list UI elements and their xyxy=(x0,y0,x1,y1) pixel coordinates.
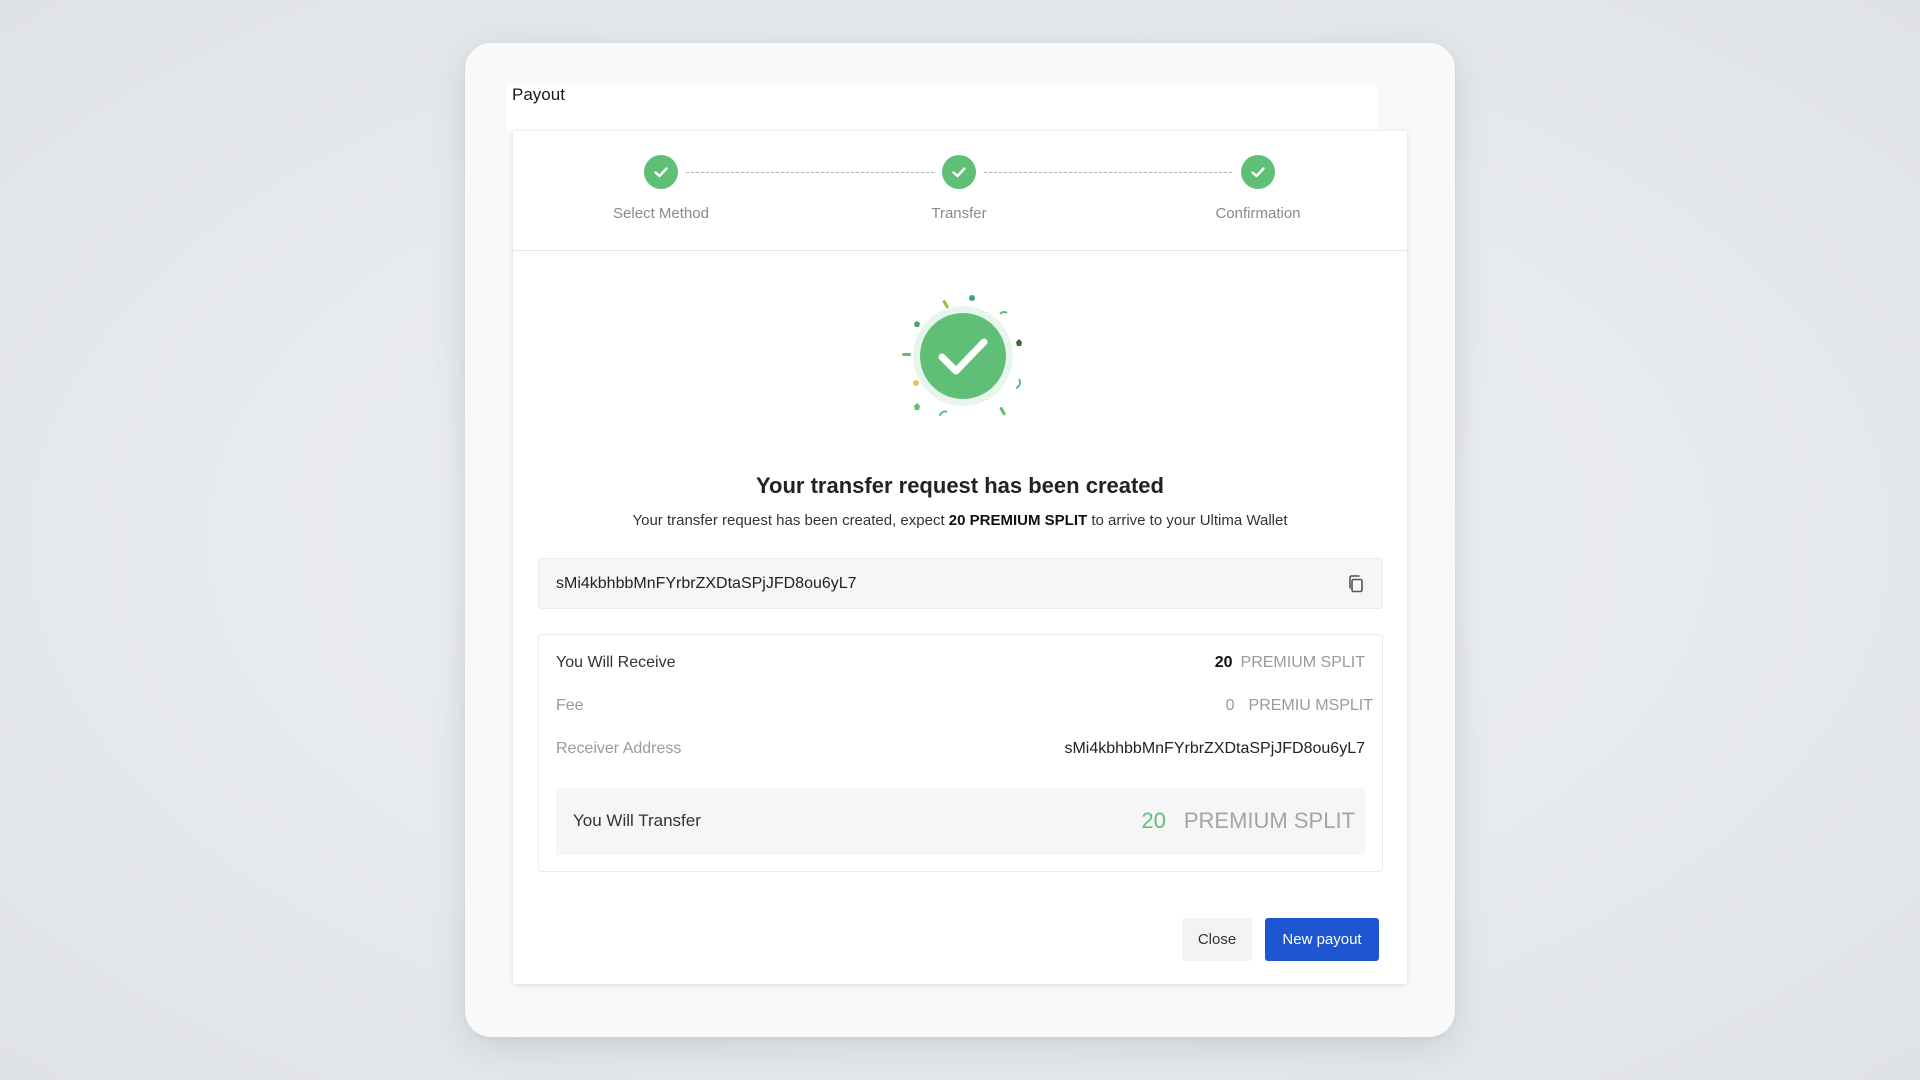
fee-amount: 0 xyxy=(1225,697,1235,714)
fee-unit: PREMIU MSPLIT xyxy=(1248,697,1373,714)
transfer-label: You Will Transfer xyxy=(573,811,701,830)
message-suffix: to arrive to your Ultima Wallet xyxy=(1087,512,1288,529)
close-button[interactable]: Close xyxy=(1182,918,1252,961)
receive-unit: PREMIUM SPLIT xyxy=(1240,654,1365,671)
modal-header: Payout xyxy=(507,85,1377,130)
modal-title: Payout xyxy=(512,85,565,104)
transfer-amount: 20 xyxy=(1141,808,1166,833)
check-icon xyxy=(644,155,678,189)
fee-label: Fee xyxy=(556,697,584,714)
check-icon xyxy=(942,155,976,189)
step-select-method: Select Method xyxy=(561,155,761,222)
wallet-address: sMi4kbhbbMnFYrbrZXDtaSPjJFD8ou6yL7 xyxy=(556,575,857,592)
check-icon xyxy=(1241,155,1275,189)
payout-card: Select Method Transfer Confirmation Your… xyxy=(513,131,1407,984)
transfer-value: 20 PREMIUM SPLIT xyxy=(1141,808,1355,834)
message-amount: 20 PREMIUM SPLIT xyxy=(948,512,1088,529)
receive-row: You Will Receive 20 PREMIUM SPLIT xyxy=(556,654,1365,676)
new-payout-button[interactable]: New payout xyxy=(1265,918,1379,961)
transfer-unit: PREMIUM SPLIT xyxy=(1183,808,1355,833)
step-confirmation: Confirmation xyxy=(1158,155,1358,222)
message-prefix: Your transfer request has been created, … xyxy=(632,512,949,529)
fee-value: 0 PREMIU MSPLIT xyxy=(1226,697,1373,715)
success-message: Your transfer request has been created, … xyxy=(513,512,1407,529)
copy-icon[interactable] xyxy=(1346,574,1366,594)
step-label: Select Method xyxy=(613,205,709,222)
receiver-address: sMi4kbhbbMnFYrbrZXDtaSPjJFD8ou6yL7 xyxy=(1064,740,1365,757)
receive-value: 20 PREMIUM SPLIT xyxy=(1215,654,1365,672)
receive-amount: 20 xyxy=(1214,654,1233,671)
transfer-summary: You Will Receive 20 PREMIUM SPLIT Fee 0 PR… xyxy=(538,634,1383,872)
payout-modal: Payout Select Method Transfer Confirmati… xyxy=(465,43,1455,1037)
success-headline: Your transfer request has been created xyxy=(756,473,1164,498)
receiver-label: Receiver Address xyxy=(556,740,682,757)
wallet-address-box: sMi4kbhbbMnFYrbrZXDtaSPjJFD8ou6yL7 xyxy=(538,558,1383,609)
receiver-row: Receiver Address sMi4kbhbbMnFYrbrZXDtaSP… xyxy=(556,740,1365,762)
receive-label: You Will Receive xyxy=(556,654,676,671)
stepper: Select Method Transfer Confirmation xyxy=(513,131,1407,251)
step-transfer: Transfer xyxy=(859,155,1059,222)
fee-row: Fee 0 PREMIU MSPLIT xyxy=(556,697,1373,719)
step-label: Confirmation xyxy=(1215,205,1301,222)
transfer-total: You Will Transfer 20 PREMIUM SPLIT xyxy=(556,788,1365,855)
success-check-icon xyxy=(893,286,1033,426)
step-label: Transfer xyxy=(931,205,987,222)
